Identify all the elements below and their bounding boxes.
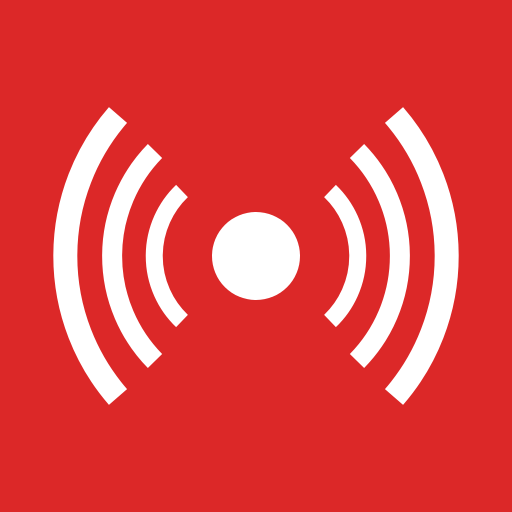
broadcast-signal-icon xyxy=(0,0,512,512)
signal-source-dot xyxy=(212,212,300,300)
app-icon-tile xyxy=(0,0,512,512)
